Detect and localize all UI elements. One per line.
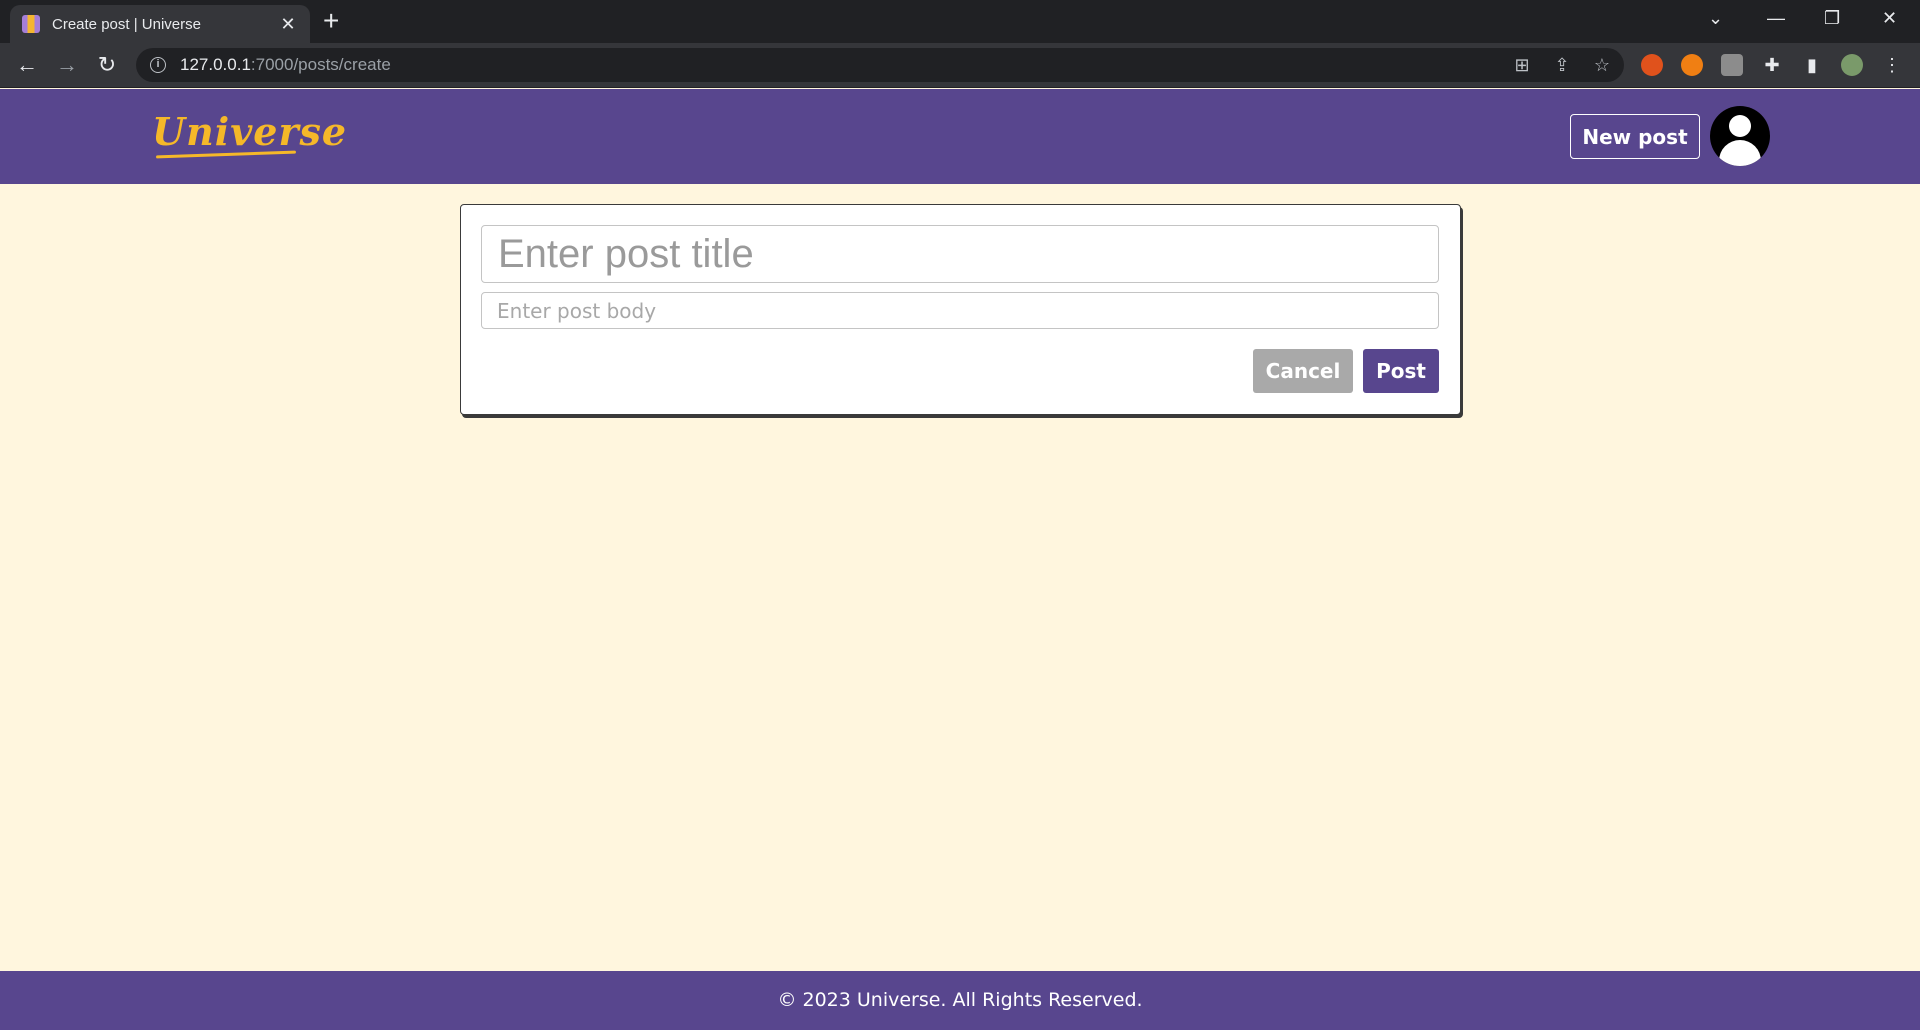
translate-icon[interactable]: ⊞ (1511, 54, 1533, 76)
close-tab-icon[interactable]: ✕ (278, 14, 298, 35)
avatar-body (1719, 140, 1761, 166)
url-host: 127.0.0.1 (180, 55, 251, 74)
universe-favicon-icon (22, 15, 40, 33)
url-path: :7000/posts/create (250, 55, 391, 74)
site-header: Universe New post (0, 89, 1920, 184)
address-bar[interactable]: i 127.0.0.1:7000/posts/create (136, 48, 1624, 82)
bookmark-star-icon[interactable]: ☆ (1591, 54, 1613, 76)
tab-search-icon[interactable]: ⌄ (1708, 6, 1723, 30)
create-post-card: Cancel Post (460, 204, 1461, 415)
post-title-input[interactable] (481, 225, 1439, 283)
close-window-icon[interactable]: ✕ (1882, 6, 1897, 30)
new-tab-button[interactable]: + (323, 6, 339, 36)
user-avatar-icon[interactable] (1710, 106, 1770, 166)
cancel-button[interactable]: Cancel (1253, 349, 1353, 393)
post-button[interactable]: Post (1363, 349, 1439, 393)
forward-icon[interactable]: → (53, 51, 81, 79)
universe-logo[interactable]: Universe (152, 109, 347, 154)
extension-orange-icon[interactable] (1681, 54, 1703, 76)
extensions-puzzle-icon[interactable]: ✚ (1761, 54, 1783, 76)
browser-tab-bar: Create post | Universe ✕ + ⌄ — ❐ ✕ (0, 0, 1920, 43)
avatar-head (1729, 115, 1751, 137)
minimize-icon[interactable]: — (1767, 6, 1785, 30)
browser-tab[interactable]: Create post | Universe ✕ (10, 5, 310, 43)
tab-title: Create post | Universe (52, 15, 201, 33)
back-icon[interactable]: ← (13, 51, 41, 79)
browser-toolbar: ← → ↻ i 127.0.0.1:7000/posts/create ⊞ ⇪ … (0, 43, 1920, 88)
restore-icon[interactable]: ❐ (1824, 6, 1840, 30)
new-post-button[interactable]: New post (1570, 114, 1700, 159)
side-panel-icon[interactable]: ▮ (1801, 54, 1823, 76)
extension-gray-icon[interactable] (1721, 54, 1743, 76)
site-info-icon[interactable]: i (150, 57, 166, 73)
site-footer: © 2023 Universe. All Rights Reserved. (0, 971, 1920, 1030)
profile-avatar-icon[interactable] (1841, 54, 1863, 76)
browser-menu-icon[interactable]: ⋮ (1881, 54, 1903, 76)
brave-extension-icon[interactable] (1641, 54, 1663, 76)
post-body-input[interactable] (481, 292, 1439, 329)
share-icon[interactable]: ⇪ (1551, 54, 1573, 76)
reload-icon[interactable]: ↻ (93, 51, 121, 79)
